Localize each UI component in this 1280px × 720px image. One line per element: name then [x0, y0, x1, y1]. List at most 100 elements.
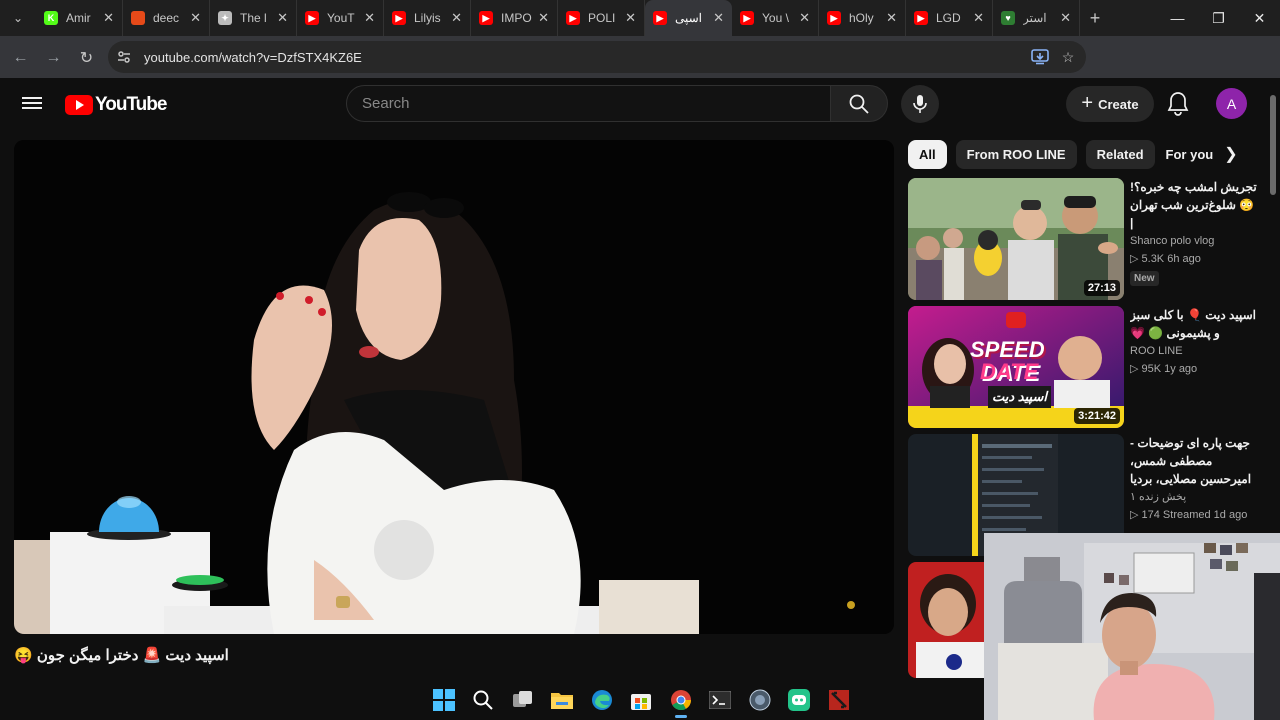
channel-name[interactable]: ROO LINE	[1130, 342, 1258, 360]
close-tab-icon[interactable]: ✕	[973, 10, 984, 26]
thumbnail-text: SPEED DATE اسپید دیت	[970, 339, 1051, 408]
dota-icon[interactable]	[819, 680, 859, 720]
recommendation-title[interactable]: جهت پاره ای توضیحات - مصطفی شمس، امیرحسی…	[1130, 434, 1258, 488]
notifications-bell-icon[interactable]	[1166, 91, 1192, 117]
browser-tab[interactable]: ▶ POLI ✕	[558, 0, 645, 36]
browser-tab[interactable]: ▶ اسپی ✕	[645, 0, 732, 36]
filter-chips: All From ROO LINE Related For you	[908, 140, 1233, 169]
minimize-icon[interactable]: —	[1157, 0, 1198, 36]
channel-name[interactable]: پخش زنده ۱	[1130, 488, 1258, 506]
search-input[interactable]: Search	[346, 85, 831, 122]
browser-toolbar: ← → ↻ youtube.com/watch?v=DzfSTX4KZ6E ☆ …	[0, 36, 1280, 102]
tab-title: Amir	[66, 11, 91, 25]
close-tab-icon[interactable]: ✕	[538, 10, 549, 26]
tab-title: استر	[1023, 11, 1047, 25]
window-controls: — ❐ ✕	[1157, 0, 1280, 36]
browser-tab[interactable]: ♥ استر ✕	[993, 0, 1080, 36]
video-thumbnail[interactable]: SPEED DATE اسپید دیت 3:21:42	[908, 306, 1124, 428]
tab-search-button[interactable]: ⌄	[0, 0, 36, 36]
youtube-icon: ▶	[392, 11, 406, 25]
maximize-icon[interactable]: ❐	[1198, 0, 1239, 36]
channel-name[interactable]: Shanco polo vlog	[1130, 232, 1258, 250]
discord-icon[interactable]	[780, 680, 820, 720]
browser-tab[interactable]: ▶ IMPO ✕	[471, 0, 558, 36]
close-tab-icon[interactable]: ✕	[886, 10, 897, 26]
close-tab-icon[interactable]: ✕	[713, 10, 724, 26]
store-icon[interactable]	[622, 680, 662, 720]
file-explorer-icon[interactable]	[543, 680, 583, 720]
terminal-icon[interactable]	[701, 680, 741, 720]
voice-search-button[interactable]	[901, 85, 939, 123]
install-app-icon[interactable]	[1030, 47, 1050, 67]
close-tab-icon[interactable]: ✕	[103, 10, 114, 26]
browser-tab[interactable]: deec ✕	[123, 0, 210, 36]
new-badge: New	[1130, 271, 1159, 286]
browser-tab[interactable]: ▶ You \ ✕	[732, 0, 819, 36]
video-title: اسپید دیت 🚨 دخترا میگن جون 😝	[14, 647, 229, 664]
close-tab-icon[interactable]: ✕	[190, 10, 201, 26]
browser-tab[interactable]: ▶ hOly ✕	[819, 0, 906, 36]
site-info-icon[interactable]	[110, 43, 138, 71]
create-button[interactable]: + Create	[1066, 86, 1154, 122]
browser-tab[interactable]: K Amir ✕	[36, 0, 123, 36]
site-icon: ♥	[1001, 11, 1015, 25]
youtube-icon: ▶	[914, 11, 928, 25]
recommendation-item[interactable]: SPEED DATE اسپید دیت 3:21:42 اسپید دیت 🎈…	[908, 306, 1258, 428]
close-tab-icon[interactable]: ✕	[1060, 10, 1071, 26]
close-window-icon[interactable]: ✕	[1239, 0, 1280, 36]
create-label: Create	[1098, 96, 1139, 112]
guide-menu-icon[interactable]	[22, 94, 42, 114]
close-tab-icon[interactable]: ✕	[364, 10, 375, 26]
search-placeholder: Search	[362, 95, 410, 112]
page-scrollbar[interactable]	[1270, 95, 1276, 195]
chevron-right-icon[interactable]: ❯	[1220, 143, 1242, 165]
recommendation-title[interactable]: تجریش امشب چه خبره؟! 😳 شلوغ‌ترین شب تهرا…	[1130, 178, 1258, 232]
microphone-icon	[913, 95, 927, 113]
edge-icon[interactable]	[582, 680, 622, 720]
streamer-webcam	[984, 533, 1280, 720]
browser-tab[interactable]: ✦ The l ✕	[210, 0, 297, 36]
address-bar[interactable]: youtube.com/watch?v=DzfSTX4KZ6E ☆	[108, 41, 1086, 73]
tab-title: YouT	[327, 11, 355, 25]
browser-tab[interactable]: ▶ LGD ✕	[906, 0, 993, 36]
search-icon[interactable]	[464, 680, 504, 720]
url-text: youtube.com/watch?v=DzfSTX4KZ6E	[144, 49, 362, 65]
site-icon: ✦	[218, 11, 232, 25]
back-icon[interactable]: ←	[4, 49, 37, 67]
recommendation-title[interactable]: اسپید دیت 🎈 با کلی سبز و پشیمونی 🟢 💗	[1130, 306, 1258, 342]
video-thumbnail[interactable]: 27:13	[908, 178, 1124, 300]
chip-all[interactable]: All	[908, 140, 947, 169]
recommendation-info: اسپید دیت 🎈 با کلی سبز و پشیمونی 🟢 💗 ROO…	[1130, 306, 1258, 378]
youtube-logo[interactable]: YouTube	[65, 94, 167, 116]
close-tab-icon[interactable]: ✕	[625, 10, 636, 26]
tab-title: deec	[153, 11, 180, 25]
reload-icon[interactable]: ↻	[70, 48, 103, 68]
video-duration: 27:13	[1083, 280, 1120, 296]
close-tab-icon[interactable]: ✕	[799, 10, 810, 26]
new-tab-button[interactable]: +	[1080, 8, 1110, 29]
search-button[interactable]	[830, 85, 888, 122]
bookmark-star-icon[interactable]: ☆	[1058, 47, 1078, 67]
video-player[interactable]	[14, 140, 894, 634]
close-tab-icon[interactable]: ✕	[277, 10, 288, 26]
view-stats: ▷ 174 Streamed 1d ago	[1130, 509, 1248, 521]
view-stats: ▷ 5.3K 6h ago	[1130, 253, 1201, 265]
chip-related[interactable]: Related	[1085, 140, 1155, 169]
close-tab-icon[interactable]: ✕	[451, 10, 462, 26]
windows-start-icon[interactable]	[424, 680, 464, 720]
browser-tab[interactable]: ▶ YouT ✕	[297, 0, 384, 36]
task-view-icon[interactable]	[503, 680, 543, 720]
youtube-icon: ▶	[653, 11, 667, 25]
video-duration: 3:21:42	[1074, 408, 1120, 424]
browser-tab[interactable]: ▶ Lilyis ✕	[384, 0, 471, 36]
chip-for-you[interactable]: For you	[1164, 140, 1225, 169]
tab-title: POLI	[588, 11, 616, 25]
chrome-icon[interactable]	[661, 680, 701, 720]
recommendation-item[interactable]: 27:13 تجریش امشب چه خبره؟! 😳 شلوغ‌ترین ش…	[908, 178, 1258, 300]
youtube-icon: ▶	[566, 11, 580, 25]
account-avatar[interactable]: A	[1216, 88, 1247, 119]
kick-icon: K	[44, 11, 58, 25]
forward-icon[interactable]: →	[37, 49, 70, 67]
obs-icon[interactable]	[740, 680, 780, 720]
chip-from-channel[interactable]: From ROO LINE	[955, 140, 1077, 169]
